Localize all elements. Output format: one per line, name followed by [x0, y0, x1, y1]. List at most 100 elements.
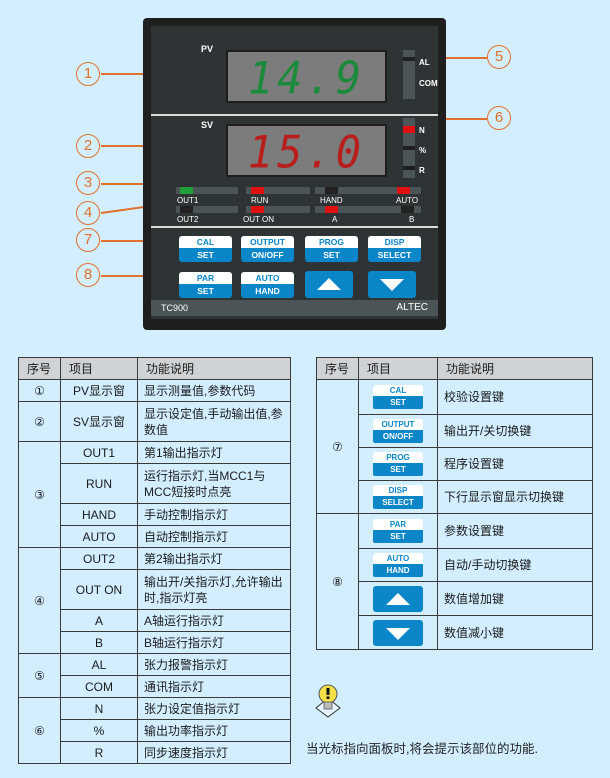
row-description: 数值减小键 [437, 615, 593, 650]
col-header-item: 项目 [358, 357, 438, 380]
par-set-key[interactable]: PAR SET [179, 272, 232, 298]
cal-set-key[interactable]: CAL SET [179, 236, 232, 262]
row-description: 第1输出指示灯 [137, 441, 291, 464]
disp-select-key-icon: DISP SELECT [373, 485, 423, 509]
row-number: ⑥ [18, 697, 61, 764]
up-arrow-icon [317, 278, 341, 290]
output-onoff-key[interactable]: OUTPUT ON/OFF [241, 236, 294, 262]
row-description: 程序设置键 [437, 447, 593, 481]
callout-1: 1 [76, 62, 100, 86]
key-top-label: CAL [373, 385, 423, 396]
key-bottom-label: SET [390, 465, 406, 474]
row-item: AUTO [60, 525, 138, 548]
callout-number: 6 [494, 109, 504, 126]
hand-auto-led [315, 187, 421, 194]
key-bottom-label: SET [390, 398, 406, 407]
output-onoff-key-icon: OUTPUT ON/OFF [373, 419, 423, 443]
row-item: COM [60, 675, 138, 698]
com-label: COM [419, 79, 438, 88]
col-header-number: 序号 [18, 357, 61, 380]
row-item: AUTO HAND [358, 548, 438, 582]
row-number: ⑦ [316, 379, 359, 514]
callout-4: 4 [76, 201, 100, 225]
run-label: RUN [251, 196, 269, 205]
down-arrow-key-icon [373, 619, 423, 646]
row-item: DISP SELECT [358, 480, 438, 514]
row-number: ⑧ [316, 513, 359, 650]
row-description: 输出功率指示灯 [137, 719, 291, 742]
table-header-row: 序号 项目 功能说明 [316, 357, 593, 380]
up-arrow-key-icon [373, 585, 423, 612]
indicator-function-table: 序号 项目 功能说明 ① PV显示窗 显示测量值,参数代码 ② SV显示窗 显示… [18, 357, 291, 764]
cal-set-key-icon: CAL SET [373, 385, 423, 409]
key-bottom-label: SET [390, 532, 406, 541]
down-arrow-key[interactable] [368, 271, 416, 298]
hand-led-off [325, 187, 338, 194]
auto-led-on [397, 187, 410, 194]
down-arrow-icon [380, 279, 404, 291]
disp-select-key[interactable]: DISP SELECT [368, 236, 421, 262]
row-item: OUT ON [60, 569, 138, 610]
row-item: PROG SET [358, 447, 438, 481]
table-row: 数值减小键 [317, 615, 593, 650]
row-description: 自动/手动切换键 [437, 548, 593, 582]
row-item [358, 615, 438, 650]
row-description: 输出开/关切换键 [437, 414, 593, 448]
row-description: A轴运行指示灯 [137, 609, 291, 632]
row-number: ② [18, 401, 61, 442]
out2-label: OUT2 [177, 215, 199, 224]
row-description: 通讯指示灯 [137, 675, 291, 698]
sv-display[interactable]: 15.0 [226, 124, 387, 178]
key-top-label: PROG [373, 452, 423, 463]
run-led [246, 187, 310, 194]
key-top-label: PAR [179, 272, 232, 284]
row-item: OUT1 [60, 441, 138, 464]
row-item: OUTPUT ON/OFF [358, 414, 438, 448]
hand-label: HAND [320, 196, 343, 205]
a-label: A [332, 215, 338, 224]
auto-hand-key-icon: AUTO HAND [373, 553, 423, 577]
up-arrow-key[interactable] [305, 271, 353, 298]
pv-value: 14.9 [247, 52, 365, 105]
key-bottom-label: SELECT [377, 250, 412, 260]
row-number: ⑤ [18, 653, 61, 698]
table-row: ⑦ CAL SET 校验设置键 [316, 379, 593, 514]
row-item: AL [60, 653, 138, 676]
table-row: PROG SET 程序设置键 [317, 447, 593, 481]
table-header-row: 序号 项目 功能说明 [18, 357, 291, 380]
callout-number: 4 [83, 204, 93, 221]
row-description: 手动控制指示灯 [137, 503, 291, 526]
row-item: PV显示窗 [60, 379, 138, 402]
controller-panel: PV 14.9 AL COM SV 15.0 N % R OUT1 RUN HA… [143, 18, 446, 330]
key-bottom-label: HAND [386, 566, 410, 575]
row-item: SV显示窗 [60, 401, 138, 442]
row-description: 参数设置键 [437, 513, 593, 549]
table-row: 数值增加键 [317, 581, 593, 616]
row-description: 数值增加键 [437, 581, 593, 616]
up-arrow-icon [386, 592, 410, 605]
callout-5: 5 [487, 45, 511, 69]
row-item: RUN [60, 463, 138, 504]
row-item: PAR SET [358, 513, 438, 549]
pv-label: PV [201, 44, 214, 54]
key-top-label: PROG [305, 236, 358, 248]
sv-label: SV [201, 120, 214, 130]
tip-text: 当光标指向面板时,将会提示该部位的功能. [306, 742, 538, 756]
key-top-label: DISP [373, 485, 423, 496]
row-description: 校验设置键 [437, 379, 593, 415]
col-header-description: 功能说明 [437, 357, 593, 380]
auto-hand-key[interactable]: AUTO HAND [241, 272, 294, 298]
callout-number: 1 [83, 65, 93, 82]
key-bottom-label: ON/OFF [382, 432, 414, 441]
table-row: ③ OUT1 第1输出指示灯 [18, 441, 291, 548]
pv-display[interactable]: 14.9 [226, 50, 387, 105]
callout-number: 7 [83, 231, 93, 248]
prog-set-key[interactable]: PROG SET [305, 236, 358, 262]
row-item: A [60, 609, 138, 632]
key-top-label: AUTO [373, 553, 423, 564]
col-header-description: 功能说明 [137, 357, 291, 380]
out1-label: OUT1 [177, 196, 199, 205]
row-item: OUT2 [60, 547, 138, 570]
row-item: % [60, 719, 138, 742]
table-row: DISP SELECT 下行显示窗显示切换键 [317, 480, 593, 514]
